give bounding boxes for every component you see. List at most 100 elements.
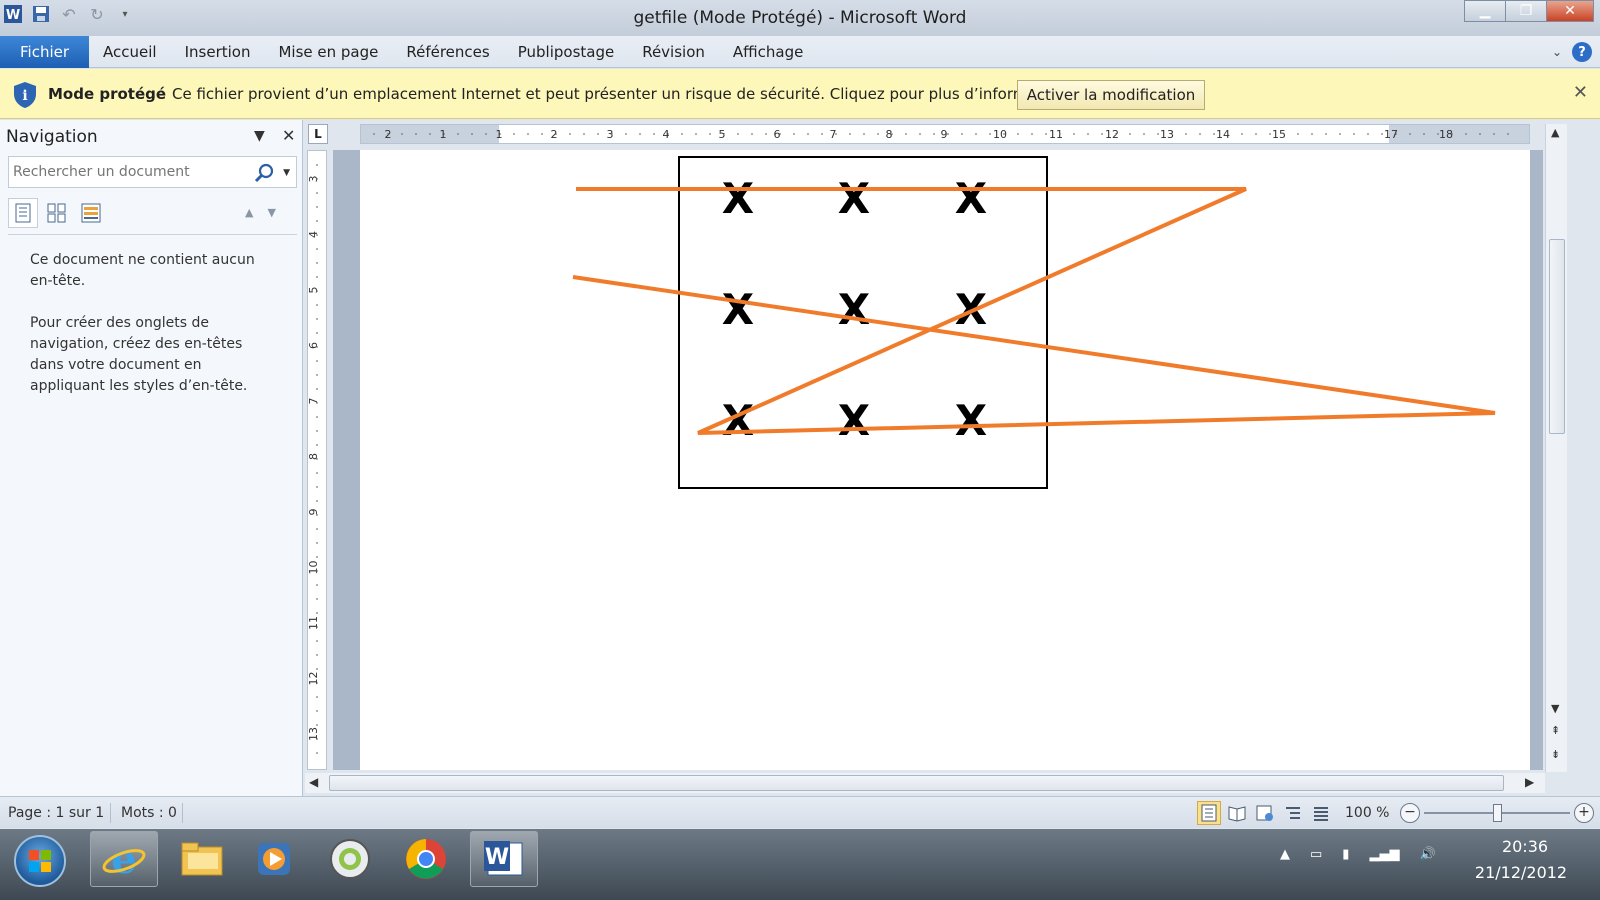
ruler-label: 6: [774, 128, 781, 141]
ruler-label: 12: [308, 672, 320, 686]
ruler-label: 1: [440, 128, 447, 141]
vertical-scrollbar[interactable]: ▲ ▼ ⇞ ⇟: [1545, 124, 1567, 772]
tab-affichage[interactable]: Affichage: [719, 36, 817, 68]
app-circle-icon[interactable]: [316, 831, 384, 887]
media-player-icon[interactable]: [240, 831, 308, 887]
tab-revision[interactable]: Révision: [628, 36, 719, 68]
protected-view-bar: i Mode protégé Ce fichier provient d’un …: [0, 69, 1600, 119]
zoom-in-button[interactable]: +: [1574, 803, 1594, 823]
ruler-label: 1: [496, 128, 503, 141]
status-bar: Page : 1 sur 1 Mots : 0 100 % − +: [0, 796, 1600, 828]
close-icon: ✕: [1564, 3, 1576, 19]
ruler-label: 11: [308, 616, 320, 630]
scroll-left-icon[interactable]: ◀: [309, 775, 318, 789]
minimize-button[interactable]: ▁: [1464, 0, 1506, 22]
ruler-label: 5: [308, 287, 320, 294]
document-area[interactable]: X X X X X X X X X: [333, 150, 1543, 770]
vertical-ruler[interactable]: 3 4 5 6 7 8 9 10 11 12 13: [307, 150, 327, 770]
zoom-level[interactable]: 100 %: [1345, 805, 1389, 821]
ruler-label: 12: [1105, 128, 1119, 141]
previous-page-icon[interactable]: ⇞: [1551, 724, 1560, 737]
close-bar-icon[interactable]: ✕: [1573, 82, 1588, 103]
tab-fichier[interactable]: Fichier: [0, 36, 90, 68]
navigation-title: Navigation: [6, 127, 98, 147]
word-taskbar-icon[interactable]: W: [470, 831, 538, 887]
tab-mise-en-page[interactable]: Mise en page: [264, 36, 392, 68]
show-hidden-icons-icon[interactable]: ▲: [1280, 847, 1290, 862]
ruler-label: 9: [941, 128, 948, 141]
empty-headings-message: Ce document ne contient aucun en-tête.: [30, 252, 255, 289]
browse-results-icon[interactable]: [76, 198, 106, 228]
scroll-thumb[interactable]: [329, 775, 1504, 791]
navigation-pane: Navigation ▼ ✕ ▼ ▲ ▼ Ce document ne cont…: [0, 120, 303, 815]
divider: [8, 234, 297, 235]
horizontal-scrollbar[interactable]: ◀ ▶: [305, 773, 1545, 793]
ribbon-expand-icon[interactable]: ⌄: [1552, 45, 1562, 59]
protected-view-title: Mode protégé: [48, 85, 167, 103]
protected-view-message[interactable]: Ce fichier provient d’un emplacement Int…: [172, 85, 1078, 103]
tab-publipostage[interactable]: Publipostage: [504, 36, 628, 68]
title-bar: W ↶ ↻ ▾ getfile (Mode Protégé) - Microso…: [0, 0, 1600, 36]
search-icon[interactable]: [254, 163, 274, 187]
navigation-help-text: Ce document ne contient aucun en-tête. P…: [30, 250, 280, 418]
grid-mark: X: [955, 396, 987, 445]
page-count[interactable]: Page : 1 sur 1: [8, 805, 104, 821]
tab-accueil[interactable]: Accueil: [89, 36, 171, 68]
next-page-icon[interactable]: ⇟: [1551, 748, 1560, 761]
network-icon[interactable]: ▂▄▆: [1369, 847, 1399, 862]
windows-logo-icon: [29, 850, 51, 872]
scroll-up-icon[interactable]: ▲: [1551, 126, 1559, 139]
grid-mark: X: [722, 174, 754, 223]
chrome-icon[interactable]: [392, 831, 460, 887]
ruler-label: 7: [308, 398, 320, 405]
clock-time[interactable]: 20:36: [1490, 837, 1560, 856]
window-title: getfile (Mode Protégé) - Microsoft Word: [633, 8, 967, 28]
start-button[interactable]: [14, 835, 66, 887]
ruler-label: 18: [1439, 128, 1453, 141]
ruler-label: 11: [1049, 128, 1063, 141]
scroll-right-icon[interactable]: ▶: [1525, 775, 1534, 789]
browse-headings-icon[interactable]: [8, 198, 38, 228]
search-options-icon[interactable]: ▼: [283, 168, 290, 178]
web-layout-icon[interactable]: [1253, 801, 1277, 825]
full-screen-reading-icon[interactable]: [1225, 801, 1249, 825]
volume-icon[interactable]: 🔊: [1419, 847, 1435, 862]
document-search: ▼: [8, 156, 297, 188]
internet-explorer-icon[interactable]: e: [90, 831, 158, 887]
ruler-label: 10: [993, 128, 1007, 141]
tab-references[interactable]: Références: [392, 36, 503, 68]
clock-date[interactable]: 21/12/2012: [1466, 863, 1576, 882]
print-layout-icon[interactable]: [1197, 801, 1221, 825]
enable-editing-button[interactable]: Activer la modification: [1017, 80, 1205, 110]
ruler-label: 7: [830, 128, 837, 141]
word-count[interactable]: Mots : 0: [121, 805, 177, 821]
tab-insertion[interactable]: Insertion: [171, 36, 265, 68]
draft-view-icon[interactable]: [1309, 801, 1333, 825]
previous-result-icon[interactable]: ▲: [245, 206, 253, 219]
ruler-label: 10: [308, 561, 320, 575]
tab-selector[interactable]: L: [308, 124, 328, 144]
close-button[interactable]: ✕: [1546, 0, 1594, 22]
scroll-thumb[interactable]: [1549, 239, 1565, 434]
pane-options-icon[interactable]: ▼: [254, 128, 265, 144]
file-explorer-icon[interactable]: [168, 831, 236, 887]
taskbar: e W ▲ ▭ ▮ ▂▄▆ 🔊 20:36 21/12/2012: [0, 829, 1600, 900]
ruler-label: 9: [308, 509, 320, 516]
next-result-icon[interactable]: ▼: [267, 206, 275, 219]
scroll-down-icon[interactable]: ▼: [1551, 702, 1559, 715]
power-icon[interactable]: ▮: [1342, 847, 1349, 862]
search-input[interactable]: [9, 157, 249, 187]
minimize-icon: ▁: [1479, 3, 1491, 19]
zoom-slider-thumb[interactable]: [1493, 804, 1502, 822]
action-center-icon[interactable]: ▭: [1310, 847, 1322, 862]
horizontal-ruler[interactable]: 211234567891011121314151718: [360, 124, 1530, 144]
close-pane-icon[interactable]: ✕: [282, 126, 295, 145]
browse-pages-icon[interactable]: [42, 198, 72, 228]
orange-drawn-line: [572, 187, 1496, 435]
zoom-out-button[interactable]: −: [1400, 803, 1420, 823]
help-icon[interactable]: ?: [1572, 42, 1592, 62]
maximize-button[interactable]: ❐: [1505, 0, 1547, 22]
headings-help-message: Pour créer des onglets de navigation, cr…: [30, 315, 248, 394]
outline-view-icon[interactable]: [1281, 801, 1305, 825]
ruler-label: 6: [308, 342, 320, 349]
